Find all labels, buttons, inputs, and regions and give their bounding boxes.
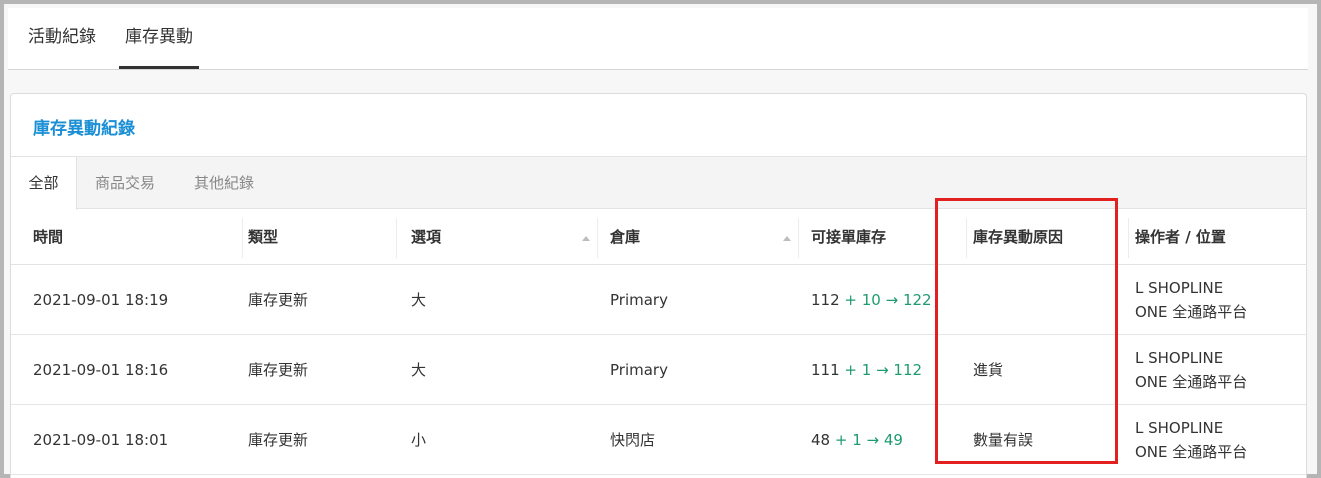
cell-option: 大 [411,361,427,379]
operator-location: ONE 全通路平台 [1135,303,1248,321]
operator-name: L SHOPLINE [1135,349,1224,367]
window-frame: 活動紀錄 庫存異動 庫存異動紀錄 全部 商品交易 其他紀錄 時間 類型 選項 倉… [0,0,1321,478]
header-divider [966,218,967,258]
operator-name: L SHOPLINE [1135,419,1224,437]
cell-time: 2021-09-01 18:16 [33,361,169,379]
header-orderable-stock: 可接單庫存 [811,228,887,246]
header-operator-location: 操作者 / 位置 [1135,228,1226,246]
cell-operator: L SHOPLINE ONE 全通路平台 [1135,416,1247,464]
table-header: 時間 類型 選項 倉庫 可接單庫存 庫存異動原因 操作者 / 位置 [11,210,1306,265]
cell-option: 大 [411,291,427,309]
stock-before: 48 [811,431,831,449]
cell-operator: L SHOPLINE ONE 全通路平台 [1135,276,1247,324]
header-type: 類型 [248,228,279,246]
header-divider [1128,218,1129,258]
cell-type: 庫存更新 [248,291,309,309]
cell-warehouse: Primary [610,361,668,379]
header-option[interactable]: 選項 [411,210,441,265]
header-divider [597,218,598,258]
stock-before: 112 [811,291,840,309]
header-divider [798,218,799,258]
stock-change: + 10 → 122 [844,291,932,309]
tab-inventory-change[interactable]: 庫存異動 [119,8,199,69]
sub-tab-bar: 全部 商品交易 其他紀錄 [11,157,1306,210]
tab-activity-log[interactable]: 活動紀錄 [28,8,96,69]
sub-tab-product-transactions[interactable]: 商品交易 [95,157,155,209]
stock-change: + 1 → 49 [834,431,903,449]
cell-type: 庫存更新 [248,361,309,379]
sub-tab-other-records[interactable]: 其他紀錄 [194,157,254,209]
table-row: 2021-09-01 18:01 庫存更新 小 快閃店 48 + 1 → 49 … [11,405,1306,475]
table-row: 2021-09-01 18:16 庫存更新 大 Primary 111 + 1 … [11,335,1306,405]
table-row: 2021-09-01 18:19 庫存更新 大 Primary 112 + 10… [11,265,1306,335]
cell-time: 2021-09-01 18:01 [33,431,169,449]
operator-location: ONE 全通路平台 [1135,443,1248,461]
header-divider [396,218,397,258]
cell-operator: L SHOPLINE ONE 全通路平台 [1135,346,1247,394]
sub-tab-all[interactable]: 全部 [11,157,77,210]
cell-orderable-stock: 112 + 10 → 122 [811,265,932,335]
cell-warehouse: Primary [610,291,668,309]
inventory-change-panel: 庫存異動紀錄 全部 商品交易 其他紀錄 時間 類型 選項 倉庫 可接單庫存 庫存… [10,93,1307,478]
stock-before: 111 [811,361,840,379]
cell-orderable-stock: 48 + 1 → 49 [811,405,903,475]
cell-orderable-stock: 111 + 1 → 112 [811,335,922,405]
operator-name: L SHOPLINE [1135,279,1224,297]
sort-ascending-icon[interactable] [582,236,590,241]
top-tab-bar: 活動紀錄 庫存異動 [8,8,1308,70]
header-divider [242,218,243,258]
header-time: 時間 [33,228,64,246]
sort-ascending-icon[interactable] [783,236,791,241]
header-warehouse[interactable]: 倉庫 [610,210,640,265]
stock-change: + 1 → 112 [844,361,923,379]
panel-title: 庫存異動紀錄 [33,119,135,139]
cell-warehouse: 快閃店 [610,431,656,449]
cell-type: 庫存更新 [248,431,309,449]
operator-location: ONE 全通路平台 [1135,373,1248,391]
cell-change-reason: 進貨 [973,361,1004,379]
panel-header: 庫存異動紀錄 [11,94,1306,157]
cell-option: 小 [411,431,427,449]
cell-change-reason: 數量有誤 [973,431,1034,449]
header-change-reason: 庫存異動原因 [973,228,1064,246]
cell-time: 2021-09-01 18:19 [33,291,169,309]
